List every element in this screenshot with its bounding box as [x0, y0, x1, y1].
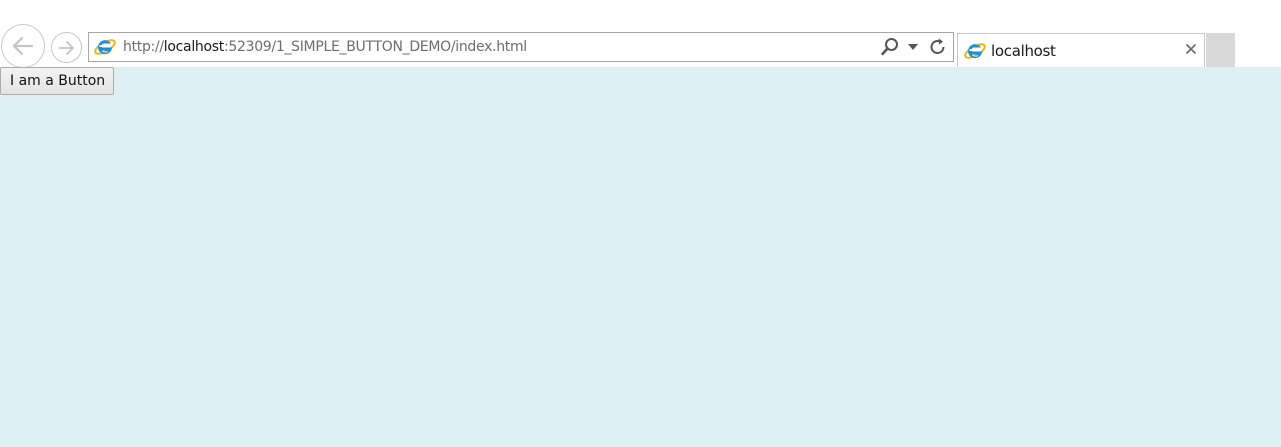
refresh-icon: [930, 38, 945, 54]
tab-localhost[interactable]: localhost: [957, 33, 1205, 67]
search-button[interactable]: [879, 37, 901, 57]
back-button[interactable]: [1, 24, 45, 68]
close-icon: [1185, 43, 1197, 55]
forward-arrow-icon: [58, 40, 74, 55]
demo-button[interactable]: I am a Button: [0, 67, 115, 95]
url-text[interactable]: http://localhost:52309/1_SIMPLE_BUTTON_D…: [123, 39, 527, 55]
browser-chrome: http://localhost:52309/1_SIMPLE_BUTTON_D…: [0, 0, 1281, 68]
address-bar[interactable]: http://localhost:52309/1_SIMPLE_BUTTON_D…: [88, 32, 954, 62]
tab-close-button[interactable]: [1184, 42, 1198, 56]
internet-explorer-icon: [964, 43, 986, 59]
tab-title: localhost: [991, 42, 1056, 60]
url-suffix: :52309/1_SIMPLE_BUTTON_DEMO/index.html: [223, 39, 527, 55]
search-icon: [881, 38, 898, 56]
chevron-down-icon: [908, 44, 918, 50]
internet-explorer-icon: [94, 39, 116, 55]
page-content: I am a Button: [0, 67, 1281, 447]
address-dropdown-button[interactable]: [906, 37, 920, 57]
new-tab-button[interactable]: [1206, 33, 1235, 67]
url-prefix: http://: [123, 39, 164, 55]
url-host: localhost: [163, 39, 224, 55]
forward-button[interactable]: [51, 32, 82, 63]
refresh-button[interactable]: [927, 37, 949, 57]
back-arrow-icon: [12, 36, 34, 56]
